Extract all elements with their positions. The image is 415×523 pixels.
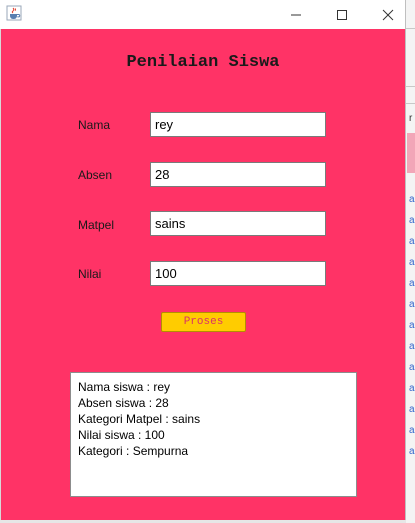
result-textarea[interactable]: Nama siswa : rey Absen siswa : 28 Katego… [70,372,357,497]
matpel-input[interactable] [150,211,326,236]
nama-input[interactable] [150,112,326,137]
background-divider [406,86,415,87]
result-line-nilai: Nilai siswa : 100 [78,428,165,442]
background-glyph: a [409,194,415,205]
background-divider [406,28,415,29]
absen-input[interactable] [150,162,326,187]
maximize-icon [337,9,347,20]
result-line-nama: Nama siswa : rey [78,380,171,394]
matpel-label: Matpel [78,218,115,232]
result-line-matpel: Kategori Matpel : sains [78,412,201,426]
background-glyph: a [409,341,415,352]
background-glyph: a [409,362,415,373]
absen-label: Absen [78,168,113,182]
background-glyph: a [409,425,415,436]
background-glyph: a [409,236,415,247]
result-line-kategori: Kategori : Sempurna [78,444,189,458]
background-glyph: a [409,278,415,289]
window-titlebar [0,0,405,29]
background-highlight [407,133,415,173]
background-glyph: a [409,404,415,415]
form-title: Penilaian Siswa [126,53,280,72]
close-icon [382,9,394,20]
maximize-button[interactable] [319,0,365,29]
result-line-absen: Absen siswa : 28 [78,396,169,410]
background-glyph: a [409,320,415,331]
minimize-button[interactable] [273,0,319,29]
background-glyph: a [409,299,415,310]
background-glyph: a [409,383,415,394]
proses-button[interactable]: Proses [161,312,246,332]
background-glyph: r [409,113,413,124]
java-cup-icon [6,5,22,21]
form-panel: Penilaian Siswa Nama Absen Matpel Nilai … [1,29,405,522]
minimize-icon [291,14,301,15]
background-divider [406,103,415,104]
window-left-border [0,29,1,522]
background-glyph: a [409,215,415,226]
background-glyph: a [409,446,415,457]
background-glyph: a [409,257,415,268]
nama-label: Nama [78,118,111,132]
nilai-input[interactable] [150,261,326,286]
nilai-label: Nilai [78,267,102,281]
